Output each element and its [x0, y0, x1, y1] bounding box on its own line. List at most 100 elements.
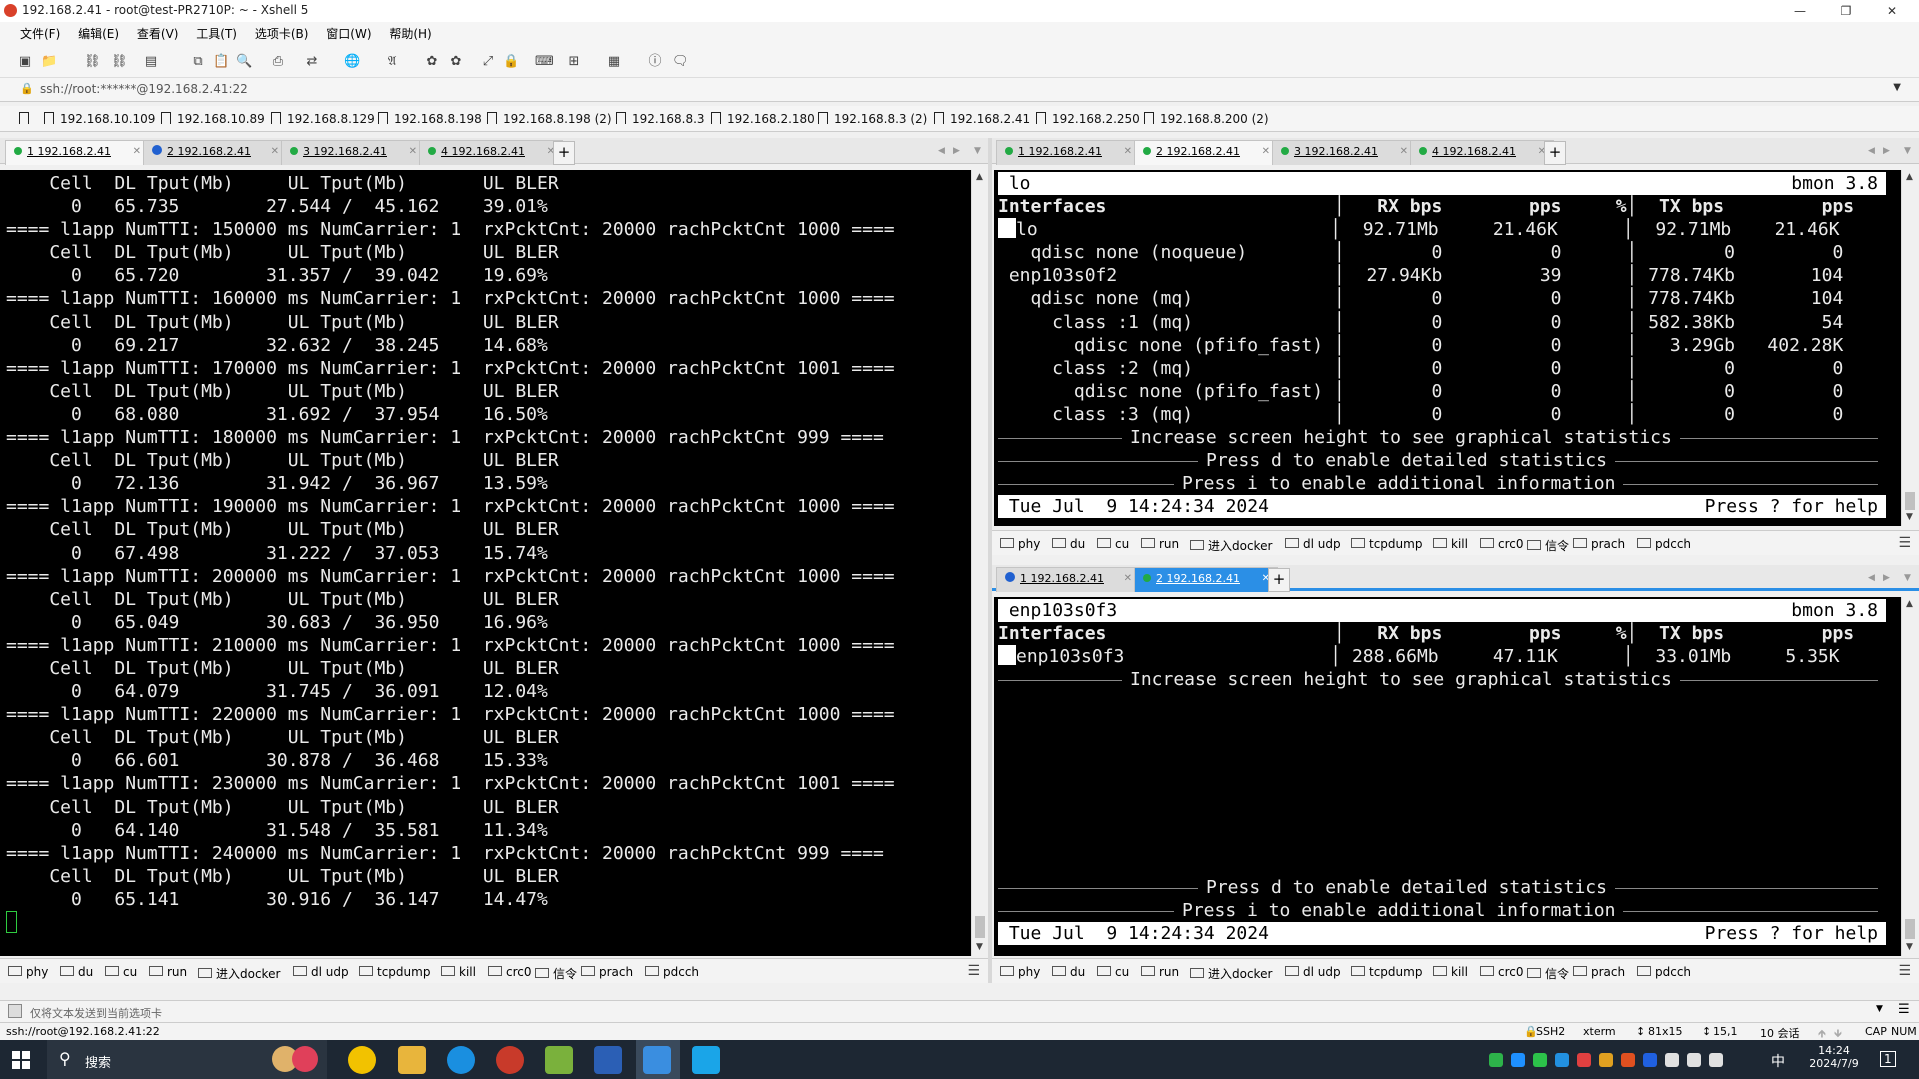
tray-icon[interactable] — [1555, 1053, 1569, 1067]
wechat-icon[interactable] — [1533, 1053, 1547, 1067]
bookmark-item[interactable]: 192.168.10.89 — [161, 112, 265, 126]
bmon-interface-row[interactable]: class :3 (mq) │ 0 0 │ 0 0 — [998, 403, 1901, 426]
close-icon[interactable]: ✕ — [409, 141, 417, 163]
tab-session-4[interactable]: 4 192.168.2.41 ✕ — [1410, 140, 1554, 165]
tray-icon[interactable] — [1665, 1053, 1679, 1067]
bookmark-item[interactable]: 192.168.2.180 — [711, 112, 815, 126]
chat-icon[interactable]: 🗨 — [672, 54, 689, 70]
bmon-interface-row[interactable]: lo │ 92.71Mb 21.46K │ 92.71Mb 21.46K — [998, 218, 1901, 241]
bookmark-item[interactable]: 192.168.8.200 (2) — [1144, 112, 1269, 126]
quick-command-button[interactable]: dl udp — [1285, 537, 1341, 551]
menu-icon[interactable]: ☰ — [1898, 1002, 1910, 1017]
keyboard-icon[interactable]: ⌨ — [535, 54, 554, 70]
bookmark-add-icon[interactable] — [19, 112, 35, 126]
xftp-icon[interactable]: ✿ — [424, 54, 440, 70]
add-tab-button[interactable]: + — [1544, 141, 1566, 165]
lock-icon[interactable]: 🔒 — [503, 54, 519, 70]
tab-list-icon[interactable]: ▼ — [974, 146, 981, 156]
reconnect-icon[interactable]: ⛓ — [84, 54, 101, 70]
new-session-icon[interactable]: ▣ — [17, 54, 33, 70]
quick-command-button[interactable]: du — [60, 965, 93, 979]
copy-icon[interactable]: ⧉ — [190, 54, 206, 70]
quick-command-button[interactable]: crc0 — [488, 965, 532, 979]
tab-nav-right-icon[interactable]: ▶ — [1883, 573, 1890, 583]
quick-command-button[interactable]: crc0 — [1480, 965, 1524, 979]
close-icon[interactable]: ✕ — [133, 141, 141, 163]
quick-command-button[interactable]: cu — [1097, 537, 1129, 551]
globe-icon[interactable]: 🌐 — [344, 54, 360, 70]
bmon-interface-row[interactable]: qdisc none (pfifo_fast) │ 0 0 │ 3.29Gb 4… — [998, 334, 1901, 357]
quick-command-button[interactable]: prach — [1573, 537, 1625, 551]
tab-nav-left-icon[interactable]: ◀ — [1868, 146, 1875, 156]
xshell-taskbar-icon[interactable] — [496, 1046, 524, 1074]
pane-splitter[interactable] — [988, 138, 992, 983]
ime-indicator[interactable]: 中 — [1771, 1051, 1785, 1071]
close-button[interactable]: ✕ — [1869, 0, 1915, 22]
quick-command-button[interactable]: dl udp — [1285, 965, 1341, 979]
menu-edit[interactable]: 编辑(E) — [71, 22, 126, 46]
network-icon[interactable] — [1687, 1053, 1701, 1067]
bmon-interface-row[interactable]: class :1 (mq) │ 0 0 │ 582.38Kb 54 — [998, 311, 1901, 334]
quick-command-button[interactable]: run — [1141, 965, 1179, 979]
quick-command-button[interactable]: kill — [1433, 965, 1468, 979]
address-bar[interactable]: 🔒 ssh://root:******@192.168.2.41:22 ▼ — [0, 78, 1919, 102]
close-icon[interactable]: ✕ — [1124, 568, 1132, 590]
app-icon[interactable] — [545, 1046, 573, 1074]
right-top-scrollbar[interactable]: ▲ ▼ — [1901, 170, 1919, 526]
bmon-interface-row[interactable]: qdisc none (mq) │ 0 0 │ 778.74Kb 104 — [998, 287, 1901, 310]
taskbar-search[interactable]: ⚲ 搜索 — [47, 1040, 327, 1079]
quick-command-button[interactable]: cu — [105, 965, 137, 979]
tab-session-3[interactable]: 3 192.168.2.41 ✕ — [1272, 140, 1416, 165]
close-icon[interactable]: ✕ — [271, 141, 279, 163]
tab-session-1[interactable]: 1 192.168.2.41 ✕ — [996, 140, 1140, 165]
add-tab-button[interactable]: + — [1268, 568, 1290, 592]
bookmark-item[interactable]: 192.168.8.129 — [271, 112, 375, 126]
quick-command-button[interactable]: 进入docker — [1190, 537, 1272, 554]
print-icon[interactable]: ⎙ — [270, 54, 286, 70]
quick-command-button[interactable]: du — [1052, 537, 1085, 551]
tab-nav-left-icon[interactable]: ◀ — [1868, 573, 1875, 583]
close-icon[interactable]: ✕ — [1400, 141, 1408, 163]
xftp-taskbar-icon[interactable] — [643, 1046, 671, 1074]
bookmark-item[interactable]: 192.168.8.198 (2) — [487, 112, 612, 126]
quick-command-button[interactable]: phy — [8, 965, 48, 979]
tab-nav-right-icon[interactable]: ▶ — [953, 146, 960, 156]
menu-view[interactable]: 查看(V) — [130, 22, 186, 46]
quick-command-button[interactable]: kill — [441, 965, 476, 979]
tab-session-4[interactable]: 4 192.168.2.41 ✕ — [419, 140, 563, 165]
menu-icon[interactable]: ☰ — [1898, 535, 1911, 551]
menu-tabs[interactable]: 选项卡(B) — [248, 22, 316, 46]
app-icon[interactable] — [692, 1046, 720, 1074]
bmon-interface-row[interactable]: qdisc none (noqueue) │ 0 0 │ 0 0 — [998, 241, 1901, 264]
bmon-interface-row[interactable]: qdisc none (pfifo_fast) │ 0 0 │ 0 0 — [998, 380, 1901, 403]
send-bar[interactable]: 仅将文本发送到当前选项卡 ▼ ☰ — [0, 1000, 1919, 1022]
quick-command-button[interactable]: dl udp — [293, 965, 349, 979]
xmanager-icon[interactable]: ✿ — [448, 54, 464, 70]
quick-command-button[interactable]: 信令 — [535, 965, 577, 982]
tray-icon[interactable] — [1599, 1053, 1613, 1067]
quick-command-button[interactable]: run — [1141, 537, 1179, 551]
tab-session-3[interactable]: 3 192.168.2.41 ✕ — [281, 140, 425, 165]
tab-session-1[interactable]: 1 192.168.2.41 ✕ — [996, 567, 1140, 592]
menu-window[interactable]: 窗口(W) — [319, 22, 378, 46]
quick-command-button[interactable]: 进入docker — [1190, 965, 1272, 982]
menu-icon[interactable]: ☰ — [1898, 963, 1911, 979]
help-icon[interactable]: ⓘ — [647, 54, 663, 70]
quick-command-button[interactable]: tcpdump — [359, 965, 430, 979]
close-icon[interactable]: ✕ — [1124, 141, 1132, 163]
scroll-thumb[interactable] — [975, 916, 985, 938]
tray-icon[interactable] — [1621, 1053, 1635, 1067]
windows-start-icon[interactable] — [12, 1051, 30, 1069]
transfer-icon[interactable]: ⇄ — [304, 54, 320, 70]
quick-command-button[interactable]: cu — [1097, 965, 1129, 979]
tab-list-icon[interactable]: ▼ — [1904, 146, 1911, 156]
close-icon[interactable]: ✕ — [1262, 141, 1270, 163]
scroll-thumb[interactable] — [1905, 492, 1915, 510]
bmon-interface-row[interactable]: class :2 (mq) │ 0 0 │ 0 0 — [998, 357, 1901, 380]
right-bottom-terminal[interactable]: enp103s0f3 bmon 3.8 Interfaces │ RX bps pp… — [994, 597, 1901, 956]
bookmark-item[interactable]: 192.168.8.3 — [616, 112, 705, 126]
quick-command-button[interactable]: crc0 — [1480, 537, 1524, 551]
open-folder-icon[interactable]: 📁 — [41, 54, 57, 70]
minimize-button[interactable]: — — [1777, 0, 1823, 22]
tab-nav-left-icon[interactable]: ◀ — [938, 146, 945, 156]
